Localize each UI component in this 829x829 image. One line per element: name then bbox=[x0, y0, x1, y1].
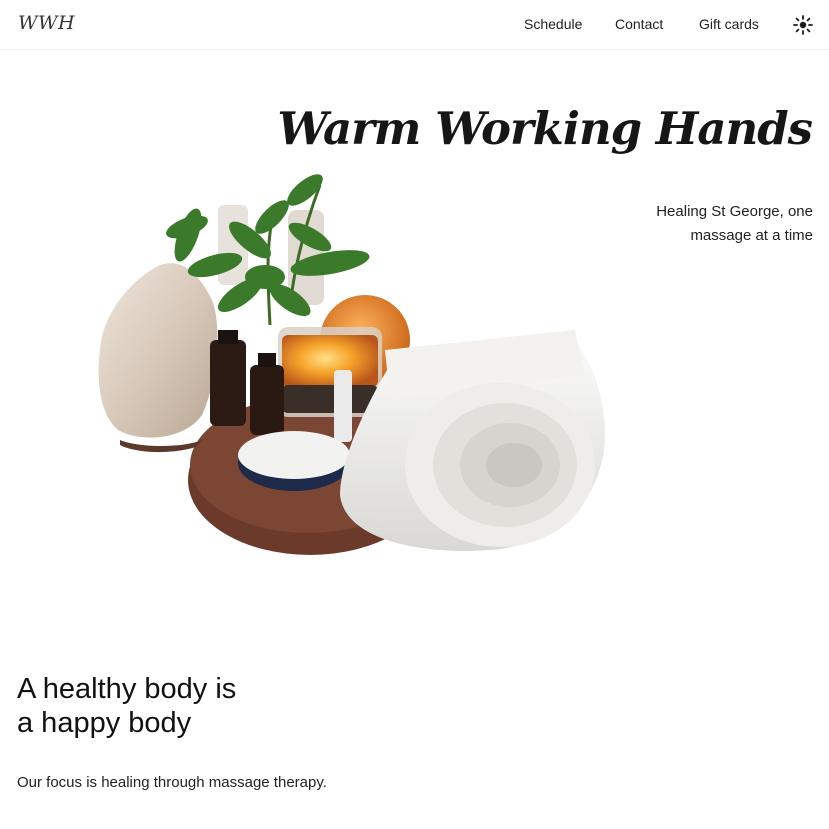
intro-text: Our focus is healing through massage the… bbox=[17, 774, 327, 791]
hero-subtitle: Healing St George, one massage at a time bbox=[656, 203, 813, 244]
nav-gift-cards-link[interactable]: Gift cards bbox=[699, 16, 759, 32]
intro-headline-line2: a happy body bbox=[17, 707, 192, 739]
nav-schedule-link[interactable]: Schedule bbox=[524, 16, 582, 32]
intro-headline-line1: A healthy body is bbox=[17, 673, 237, 705]
logo-link[interactable]: WWH bbox=[18, 12, 75, 34]
crystal-wand bbox=[334, 370, 352, 442]
sun-icon bbox=[793, 15, 813, 35]
intro-headline: A healthy body is a happy body bbox=[17, 672, 357, 740]
top-navigation-bar: WWH Schedule Contact Gift cards bbox=[0, 0, 829, 50]
oil-bottle-2 bbox=[250, 365, 284, 435]
theme-toggle-button[interactable] bbox=[792, 14, 814, 36]
oil-bottle-1 bbox=[210, 340, 246, 426]
hero-title: Warm Working Hands bbox=[277, 102, 813, 155]
spa-still-life-image bbox=[98, 174, 605, 555]
salt-lamp-rock bbox=[98, 263, 218, 438]
nav-contact-link[interactable]: Contact bbox=[615, 16, 663, 32]
